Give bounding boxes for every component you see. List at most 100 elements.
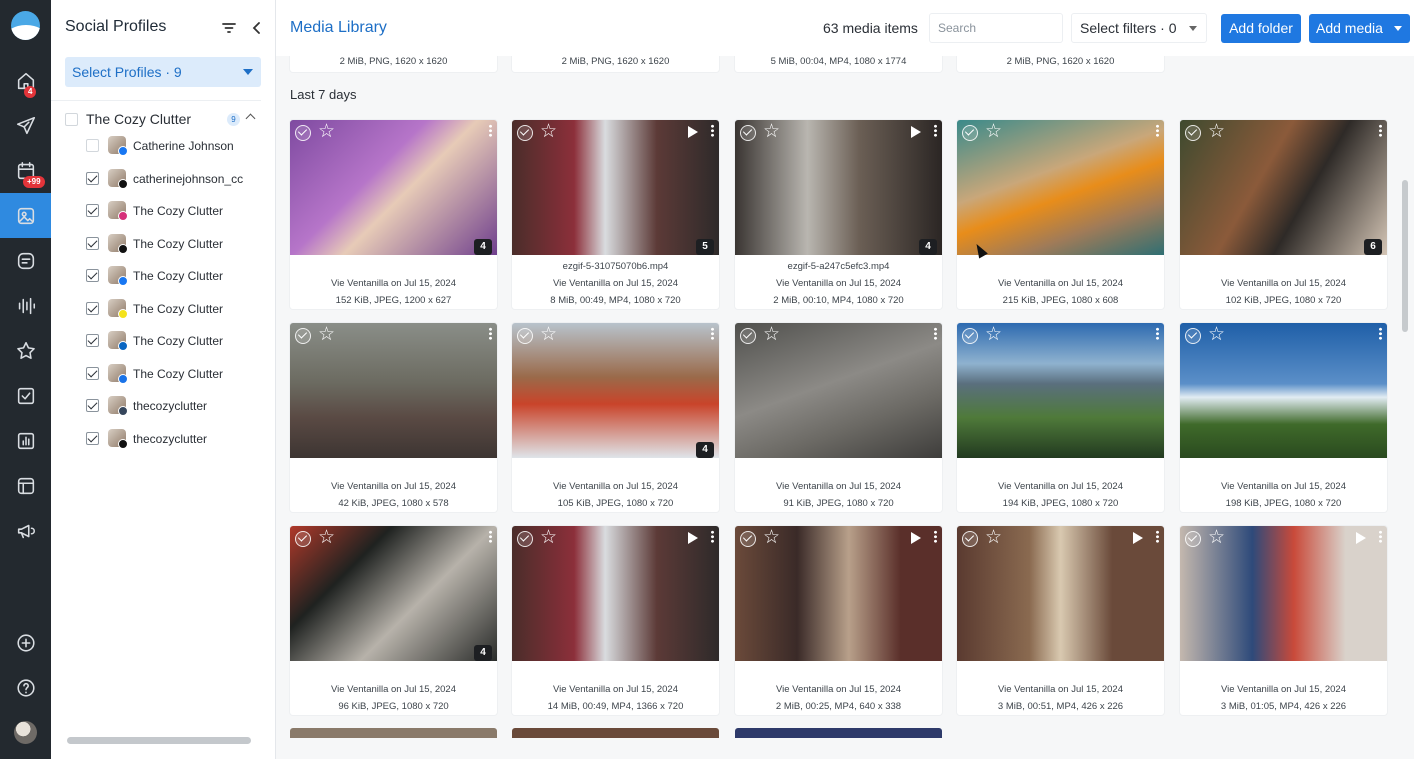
star-icon[interactable]: ☆ (985, 121, 1002, 143)
star-icon[interactable]: ☆ (763, 324, 780, 346)
star-icon[interactable]: ☆ (985, 527, 1002, 549)
profile-row[interactable]: The Cozy Clutter (86, 265, 266, 287)
panel-horizontal-scrollbar[interactable] (67, 737, 251, 744)
more-options-icon[interactable] (1379, 530, 1382, 543)
nav-campaigns[interactable] (0, 508, 51, 553)
profile-checkbox[interactable] (86, 204, 99, 217)
profile-checkbox[interactable] (86, 334, 99, 347)
profile-row[interactable]: The Cozy Clutter (86, 200, 266, 222)
media-card[interactable]: ☆ Vie Ventanilla on Jul 15, 2024 198 KiB, … (1180, 323, 1387, 512)
media-grid-scroller[interactable]: Last 7 days 2 MiB, PNG, 1620 x 1620 2 MiB… (276, 56, 1398, 759)
app-logo[interactable] (11, 11, 40, 40)
star-icon[interactable]: ☆ (540, 324, 557, 346)
more-options-icon[interactable] (1379, 327, 1382, 340)
more-options-icon[interactable] (711, 530, 714, 543)
collapse-panel-button[interactable] (249, 20, 265, 36)
profile-row[interactable]: The Cozy Clutter (86, 363, 266, 385)
select-circle-icon[interactable] (740, 328, 756, 344)
filter-button[interactable] (221, 20, 237, 36)
nav-reviews[interactable] (0, 328, 51, 373)
select-filters-dropdown[interactable]: Select filters · 0 (1071, 13, 1207, 43)
star-icon[interactable]: ☆ (763, 121, 780, 143)
media-card[interactable]: ☆ 4 ezgif-5-a247c5efc3.mp4 Vie Ventanilla o… (735, 120, 942, 309)
nav-reports[interactable] (0, 418, 51, 463)
profile-group[interactable]: The Cozy Clutter 9 (65, 110, 265, 130)
media-card[interactable]: ☆ 6 Vie Ventanilla on Jul 15, 2024 102 KiB,… (1180, 120, 1387, 309)
media-card[interactable]: ☆ 5 ezgif-5-31075070b6.mp4 Vie Ventanilla o… (512, 120, 719, 309)
select-circle-icon[interactable] (962, 328, 978, 344)
more-options-icon[interactable] (1156, 530, 1159, 543)
media-card[interactable]: 2 MiB, PNG, 1620 x 1620 (290, 56, 497, 72)
media-card[interactable]: ☆ 4 Vie Ventanilla on Jul 15, 2024 152 KiB,… (290, 120, 497, 309)
select-circle-icon[interactable] (517, 531, 533, 547)
media-card[interactable]: ☆ Vie Ventanilla on Jul 15, 2024 3 MiB, 01… (1180, 526, 1387, 715)
more-options-icon[interactable] (489, 124, 492, 137)
star-icon[interactable]: ☆ (318, 121, 335, 143)
more-options-icon[interactable] (934, 530, 937, 543)
nav-listening[interactable] (0, 283, 51, 328)
profile-row[interactable]: The Cozy Clutter (86, 233, 266, 255)
media-thumbnail[interactable] (290, 728, 497, 738)
profile-checkbox[interactable] (86, 171, 99, 185)
media-card[interactable]: ☆ 4 Vie Ventanilla on Jul 15, 2024 105 KiB,… (512, 323, 719, 512)
more-options-icon[interactable] (1156, 327, 1159, 340)
profile-row[interactable]: The Cozy Clutter (86, 330, 266, 352)
add-media-button[interactable]: Add media (1309, 14, 1410, 43)
select-circle-icon[interactable] (295, 531, 311, 547)
select-circle-icon[interactable] (962, 125, 978, 141)
more-options-icon[interactable] (934, 124, 937, 137)
more-options-icon[interactable] (1156, 124, 1159, 137)
vertical-scrollbar[interactable] (1402, 180, 1408, 332)
select-circle-icon[interactable] (740, 531, 756, 547)
select-circle-icon[interactable] (1185, 125, 1201, 141)
profile-checkbox[interactable] (86, 399, 99, 412)
profile-row[interactable]: thecozyclutter (86, 428, 266, 450)
media-card[interactable]: ☆ Vie Ventanilla on Jul 15, 2024 42 KiB, J… (290, 323, 497, 512)
select-circle-icon[interactable] (1185, 531, 1201, 547)
media-card[interactable]: ☆ Vie Ventanilla on Jul 15, 2024 194 KiB, … (957, 323, 1164, 512)
nav-add[interactable] (0, 620, 51, 665)
profile-row[interactable]: The Cozy Clutter (86, 298, 266, 320)
star-icon[interactable]: ☆ (540, 527, 557, 549)
star-icon[interactable]: ☆ (763, 527, 780, 549)
user-avatar[interactable] (14, 721, 37, 744)
select-circle-icon[interactable] (517, 328, 533, 344)
media-card[interactable]: 2 MiB, PNG, 1620 x 1620 (957, 56, 1164, 72)
select-circle-icon[interactable] (517, 125, 533, 141)
more-options-icon[interactable] (711, 327, 714, 340)
more-options-icon[interactable] (1379, 124, 1382, 137)
star-icon[interactable]: ☆ (1208, 121, 1225, 143)
profile-checkbox[interactable] (86, 139, 99, 152)
media-card[interactable]: 2 MiB, PNG, 1620 x 1620 (512, 56, 719, 72)
nav-help[interactable] (0, 665, 51, 710)
group-checkbox[interactable] (65, 113, 78, 126)
star-icon[interactable]: ☆ (318, 527, 335, 549)
star-icon[interactable]: ☆ (540, 121, 557, 143)
search-input[interactable] (929, 13, 1063, 43)
add-folder-button[interactable]: Add folder (1221, 14, 1301, 43)
profile-checkbox[interactable] (86, 236, 99, 250)
select-circle-icon[interactable] (962, 531, 978, 547)
media-card[interactable]: ☆ Vie Ventanilla on Jul 15, 2024 14 MiB, 0… (512, 526, 719, 715)
profile-checkbox[interactable] (86, 269, 99, 282)
profile-checkbox[interactable] (86, 366, 99, 380)
profile-row[interactable]: thecozyclutter (86, 395, 266, 417)
profile-row[interactable]: catherinejohnson_cc (86, 168, 266, 190)
nav-media-library[interactable] (0, 193, 51, 238)
star-icon[interactable]: ☆ (1208, 324, 1225, 346)
profile-checkbox[interactable] (86, 431, 99, 445)
more-options-icon[interactable] (489, 530, 492, 543)
select-circle-icon[interactable] (295, 125, 311, 141)
profile-row[interactable]: Catherine Johnson (86, 135, 266, 157)
media-thumbnail[interactable] (512, 728, 719, 738)
select-circle-icon[interactable] (1185, 328, 1201, 344)
media-card[interactable]: ☆ Vie Ventanilla on Jul 15, 2024 91 KiB, J… (735, 323, 942, 512)
media-card[interactable]: ☆ Vie Ventanilla on Jul 15, 2024 3 MiB, 00… (957, 526, 1164, 715)
star-icon[interactable]: ☆ (318, 324, 335, 346)
star-icon[interactable]: ☆ (985, 324, 1002, 346)
more-options-icon[interactable] (934, 327, 937, 340)
nav-layout[interactable] (0, 463, 51, 508)
media-card[interactable]: ☆ 4 Vie Ventanilla on Jul 15, 2024 96 KiB, … (290, 526, 497, 715)
media-card[interactable]: 5 MiB, 00:04, MP4, 1080 x 1774 (735, 56, 942, 72)
profile-checkbox[interactable] (86, 301, 99, 315)
